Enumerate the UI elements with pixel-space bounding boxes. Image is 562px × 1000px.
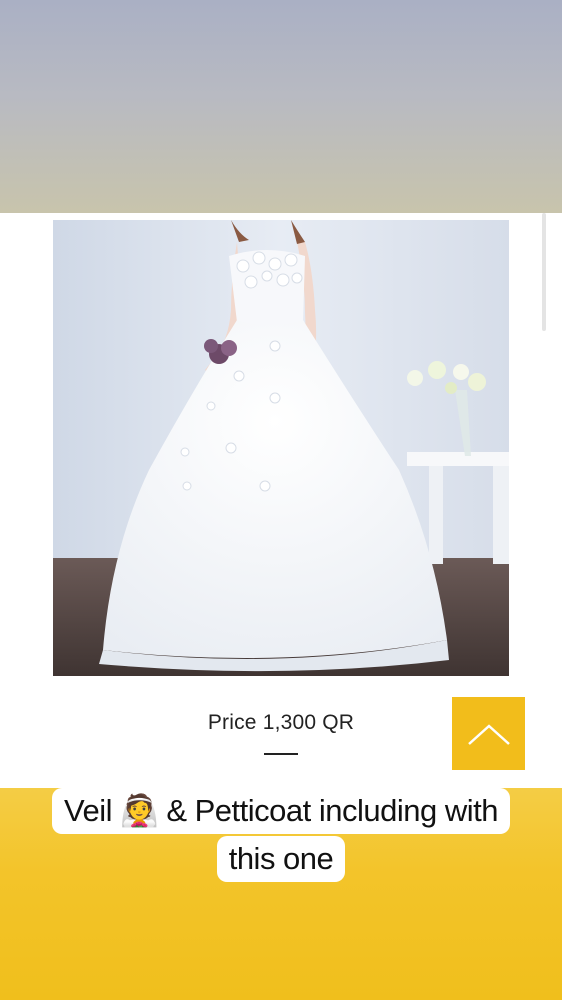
- back-to-top-button[interactable]: [452, 697, 525, 770]
- scrollbar[interactable]: [542, 213, 546, 331]
- price-divider: [264, 753, 298, 755]
- caption-line-2: this one: [0, 836, 562, 882]
- chevron-up-icon: [467, 723, 510, 745]
- product-image[interactable]: [53, 220, 509, 676]
- wedding-dress-illustration: [53, 220, 509, 676]
- caption-line-1: Veil 👰 & Petticoat including with: [0, 788, 562, 834]
- top-background-band: [0, 0, 562, 213]
